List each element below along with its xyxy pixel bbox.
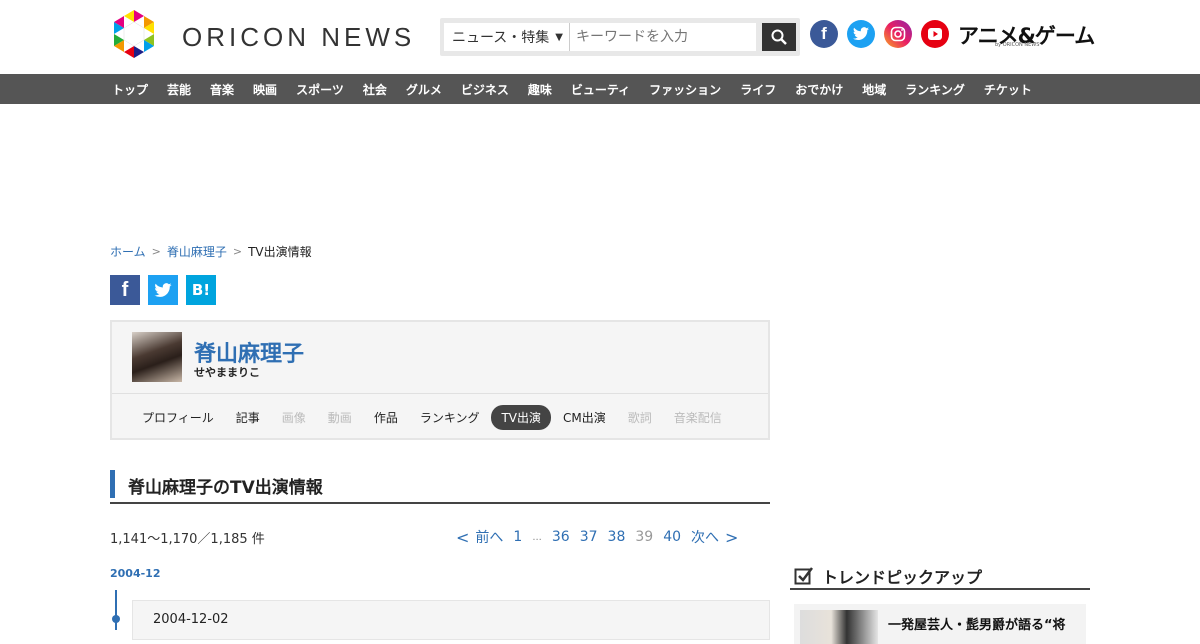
nav-item[interactable]: スポーツ [296,81,344,98]
nav-item[interactable]: ランキング [905,81,965,98]
timeline-month: 2004-12 [110,567,161,580]
chevron-left-icon: < [456,527,470,547]
search-category-label: ニュース・特集 [452,30,550,46]
profile-tab: 動画 [327,410,352,425]
nav-item[interactable]: チケット [984,81,1032,98]
pager-page-first[interactable]: 1 [513,529,522,545]
search-input[interactable] [570,23,756,51]
nav-item[interactable]: おでかけ [795,81,843,98]
facebook-icon: f [121,278,129,301]
facebook-share-button[interactable]: f [110,275,140,305]
trend-title: トレンドピックアップ [822,568,983,587]
youtube-icon[interactable] [921,20,949,48]
nav-item[interactable]: ライフ [740,81,776,98]
search-category-select[interactable]: ニュース・特集 ▼ [444,23,570,51]
search-icon [771,29,787,45]
share-buttons: f B! [110,275,216,305]
result-count: 1,141～1,170／1,185 件 [110,532,265,547]
pager-current-page: 39 [635,529,654,545]
nav-item[interactable]: ビジネス [461,81,509,98]
section-title: 脊山麻理子のTV出演情報 [128,478,323,498]
breadcrumb: ホーム > 脊山麻理子 > TV出演情報 [110,243,312,260]
chevron-right-icon: > [232,245,243,258]
entry-date: 2004-12-02 [153,612,229,627]
trend-thumbnail [800,610,878,644]
trend-item[interactable]: 一発屋芸人・髭男爵が語る“将 [794,604,1086,644]
pager-ellipsis: ... [532,531,542,543]
nav-item[interactable]: 地域 [862,81,886,98]
profile-tab[interactable]: TV出演 [491,404,552,430]
avatar[interactable] [132,332,182,382]
twitter-share-button[interactable] [148,275,178,305]
checkbox-icon [794,567,813,585]
logo-text: ORICON NEWS [182,21,416,52]
pagination: < 前へ 1 ... 36 37 38 39 40 次へ > [456,527,738,547]
nav-item[interactable]: ファッション [649,81,721,98]
breadcrumb-home[interactable]: ホーム [110,243,146,260]
profile-tab[interactable]: 記事 [226,405,270,430]
nav-item[interactable]: トップ [112,81,148,98]
site-header: ORICON NEWS ニュース・特集 ▼ f アニメ&ゲーム by ORICO… [0,0,1200,74]
pager-page[interactable]: 38 [608,529,626,545]
pager-prev[interactable]: < 前へ [456,527,503,547]
nav-item[interactable]: 趣味 [528,81,552,98]
profile-tab[interactable]: CM出演 [553,405,616,430]
nav-item[interactable]: 芸能 [167,81,191,98]
facebook-icon[interactable]: f [810,20,838,48]
nav-item[interactable]: 社会 [363,81,387,98]
oricon-logo-icon [114,10,154,58]
trend-header: トレンドピックアップ [790,562,1090,590]
timeline-dot [112,615,120,623]
pager-page[interactable]: 37 [580,529,598,545]
nav-item[interactable]: 音楽 [210,81,234,98]
profile-tabs: プロフィール 記事 画像 動画 作品 ランキング TV出演 CM出演 歌詞 音楽配信 [112,394,768,440]
section-header: 脊山麻理子のTV出演情報 [110,470,770,504]
global-nav: トップ 芸能 音楽 映画 スポーツ 社会 グルメ ビジネス 趣味 ビューティ ファッション ライフ おで… [0,74,1200,104]
profile-tab: 歌詞 [627,410,652,425]
profile-kana: せやままりこ [194,366,260,379]
breadcrumb-current: TV出演情報 [248,245,312,259]
pager-page-last[interactable]: 40 [663,529,681,545]
profile-tab[interactable]: ランキング [410,405,490,430]
breadcrumb-person[interactable]: 脊山麻理子 [167,243,227,260]
chevron-right-icon: > [151,245,161,258]
nav-item[interactable]: グルメ [406,81,442,98]
social-links: f [810,20,949,48]
search-bar: ニュース・特集 ▼ [440,18,800,56]
site-logo[interactable]: ORICON NEWS [110,10,415,64]
profile-box: 脊山麻理子 せやままりこ プロフィール 記事 画像 動画 作品 ランキング TV出演 CM出演… [110,320,770,440]
twitter-icon[interactable] [847,20,875,48]
profile-tab: 画像 [281,410,306,425]
anime-game-sublabel: by ORICON NEWS [995,42,1040,48]
profile-header: 脊山麻理子 せやままりこ [112,322,768,394]
chevron-right-icon: > [725,527,739,547]
section-accent-bar [110,470,115,498]
pager-prev-label: 前へ [475,530,504,546]
pager-next[interactable]: 次へ > [691,527,738,547]
timeline-entry[interactable]: 2004-12-02 [132,600,770,640]
instagram-icon[interactable] [884,20,912,48]
caret-down-icon: ▼ [555,31,563,43]
profile-tab[interactable]: プロフィール [132,405,224,430]
profile-tab[interactable]: 作品 [364,405,408,430]
nav-item[interactable]: ビューティ [571,81,630,98]
search-button[interactable] [762,23,796,51]
pager-next-label: 次へ [691,530,720,546]
hatena-bookmark-button[interactable]: B! [186,275,216,305]
timeline-line [115,590,117,630]
nav-item[interactable]: 映画 [253,81,277,98]
pager-page[interactable]: 36 [552,529,570,545]
twitter-icon [154,282,172,297]
trend-item-title: 一発屋芸人・髭男爵が語る“将 [888,618,1066,633]
profile-tab: 音楽配信 [673,410,722,425]
